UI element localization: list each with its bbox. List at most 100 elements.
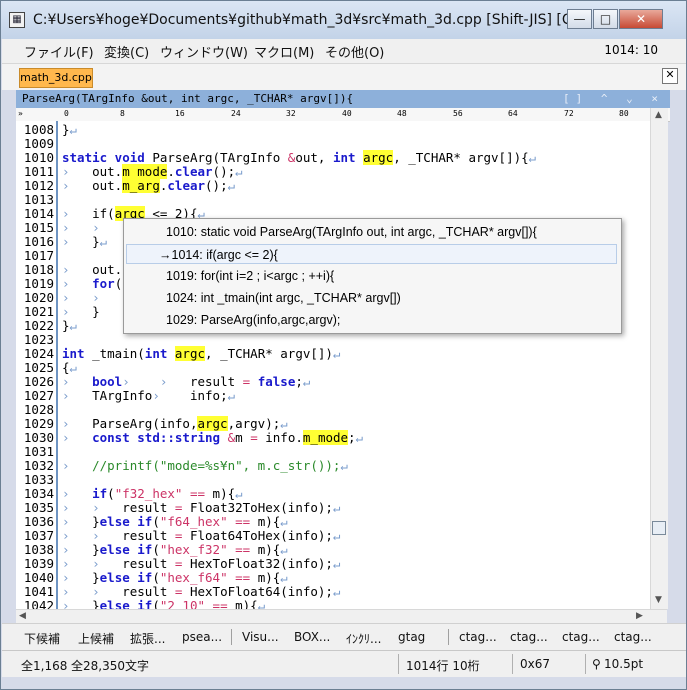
status-bar: 全1,168 全28,350文字 1014行 10桁 0x67 ⚲ 10.5pt (2, 650, 686, 677)
code-editor[interactable]: 1008}↵ 1009 1010 static void ParseArg(TArgI… (16, 121, 650, 609)
code-line[interactable]: 1026 › bool› › result = false;↵ (16, 375, 650, 389)
line-number: 1024 (23, 346, 54, 361)
menu-convert[interactable]: 変換(C) (104, 42, 149, 61)
code-line[interactable]: 1025 {↵ (16, 361, 650, 375)
code-line[interactable]: 1035 › › result = Float32ToHex(info);↵ (16, 501, 650, 515)
line-number: 1027 (23, 388, 54, 403)
code-text[interactable]: › }else if("hex_f32" == m){↵ (62, 543, 288, 557)
fkey-next-candidate[interactable]: 下候補 (24, 630, 60, 647)
code-line[interactable]: 1008}↵ (16, 123, 650, 137)
jump-list-item[interactable]: →1014: if(argc <= 2){ (126, 244, 617, 264)
ruler-mark: 16 (175, 109, 185, 118)
code-line[interactable]: 1034 › if("f32_hex" == m){↵ (16, 487, 650, 501)
function-bar-controls[interactable]: [] ^ ⌄ × (563, 90, 664, 108)
code-text[interactable]: › bool› › result = false;↵ (62, 375, 310, 389)
scroll-left-icon[interactable]: ◀ (19, 611, 26, 621)
scroll-thumb[interactable] (652, 521, 666, 535)
vertical-scrollbar[interactable]: ▲ ▼ (650, 108, 668, 609)
maximize-button[interactable]: □ (593, 9, 618, 29)
code-text[interactable]: › } (62, 305, 100, 319)
menu-window[interactable]: ウィンドウ(W) (160, 42, 248, 61)
code-text[interactable]: › }else if("f64_hex" == m){↵ (62, 515, 288, 529)
code-text[interactable]: › › result = Float32ToHex(info);↵ (62, 501, 340, 515)
code-line[interactable]: 1040 › }else if("hex_f64" == m){↵ (16, 571, 650, 585)
code-line[interactable]: 1033 (16, 473, 650, 487)
fkey-extend[interactable]: 拡張... (130, 630, 165, 647)
scroll-down-icon[interactable]: ▼ (655, 595, 662, 605)
code-text[interactable]: static void ParseArg(TArgInfo &out, int … (62, 150, 536, 165)
code-line[interactable]: 1010 static void ParseArg(TArgInfo &out, … (16, 150, 650, 165)
code-text[interactable]: }↵ (62, 123, 77, 137)
code-line[interactable]: 1039 › › result = HexToFloat32(info);↵ (16, 557, 650, 571)
code-line[interactable]: 1036 › }else if("f64_hex" == m){↵ (16, 515, 650, 529)
jump-list-item[interactable]: 1024: int _tmain(int argc, _TCHAR* argv[… (126, 288, 617, 308)
code-line[interactable]: 1013 (16, 193, 650, 207)
horizontal-scrollbar[interactable]: ◀ ▶ (16, 609, 667, 623)
code-line[interactable]: 1009 (16, 137, 650, 151)
code-text[interactable]: › for(i (62, 277, 130, 291)
function-bar[interactable]: ParseArg(TArgInfo &out, int argc, _TCHAR… (16, 90, 670, 108)
jump-list-item[interactable]: 1029: ParseArg(info,argc,argv); (126, 310, 617, 330)
code-line[interactable]: 1038 › }else if("hex_f32" == m){↵ (16, 543, 650, 557)
code-text[interactable]: › out. (62, 263, 122, 277)
code-line[interactable]: 1030 › const std::string &m = info.m_mode… (16, 430, 650, 445)
code-line[interactable]: 1041 › › result = HexToFloat64(info);↵ (16, 585, 650, 599)
code-text[interactable]: › out.m_mode.clear();↵ (62, 164, 243, 179)
code-line[interactable]: 1028 (16, 403, 650, 417)
fkey-ctag-2[interactable]: ctag... (510, 630, 548, 644)
code-text[interactable]: › //printf("mode=%s¥n", m.c_str());↵ (62, 459, 348, 473)
code-text[interactable]: {↵ (62, 361, 77, 375)
fkey-ctag-1[interactable]: ctag... (459, 630, 497, 644)
code-text[interactable]: › › r (62, 221, 130, 235)
scroll-right-icon[interactable]: ▶ (636, 611, 643, 621)
scroll-up-icon[interactable]: ▲ (655, 110, 662, 120)
menu-file[interactable]: ファイル(F) (24, 42, 94, 61)
fkey-prev-candidate[interactable]: 上候補 (78, 630, 114, 647)
code-line[interactable]: 1023 (16, 333, 650, 347)
jump-list-item[interactable]: 1019: for(int i=2 ; i<argc ; ++i){ (126, 266, 617, 286)
minimize-button[interactable]: — (567, 9, 592, 29)
code-text[interactable]: int _tmain(int argc, _TCHAR* argv[])↵ (62, 346, 340, 361)
code-text[interactable]: › › c (62, 291, 130, 305)
code-text[interactable]: › out.m_arg.clear();↵ (62, 178, 235, 193)
fkey-ctag-4[interactable]: ctag... (614, 630, 652, 644)
tab-close-icon[interactable]: ✕ (662, 68, 678, 84)
fkey-gtag[interactable]: gtag (398, 630, 425, 644)
status-zoom[interactable]: 10.5pt (604, 657, 643, 671)
code-line[interactable]: 1042 › }else if("2_10" == m){↵ (16, 599, 650, 610)
menu-other[interactable]: その他(O) (325, 42, 384, 61)
code-text[interactable]: › }else if("hex_f64" == m){↵ (62, 571, 288, 585)
code-text[interactable]: › ParseArg(info,argc,argv);↵ (62, 416, 288, 431)
code-line[interactable]: 1032 › //printf("mode=%s¥n", m.c_str());↵ (16, 459, 650, 473)
line-number: 1028 (23, 402, 54, 417)
code-text[interactable]: › TArgInfo› info;↵ (62, 389, 235, 403)
code-text[interactable]: }↵ (62, 319, 77, 333)
fkey-visu[interactable]: Visu... (242, 630, 279, 644)
code-line[interactable]: 1027 › TArgInfo› info;↵ (16, 389, 650, 403)
fkey-box[interactable]: BOX... (294, 630, 330, 644)
code-line[interactable]: 1029 › ParseArg(info,argc,argv);↵ (16, 416, 650, 431)
code-line[interactable]: 1024 int _tmain(int argc, _TCHAR* argv[])… (16, 346, 650, 361)
code-line[interactable]: 1031 (16, 445, 650, 459)
magnifier-icon[interactable]: ⚲ (592, 657, 601, 671)
code-line[interactable]: 1037 › › result = Float64ToHex(info);↵ (16, 529, 650, 543)
code-text[interactable]: › › result = Float64ToHex(info);↵ (62, 529, 340, 543)
fkey-include[interactable]: ｲﾝｸﾘ... (346, 630, 381, 647)
menu-macro[interactable]: マクロ(M) (254, 42, 314, 61)
code-line[interactable]: 1012 › out.m_arg.clear();↵ (16, 178, 650, 193)
fkey-psea[interactable]: psea... (182, 630, 222, 644)
fkey-ctag-3[interactable]: ctag... (562, 630, 600, 644)
tab-math-3d-cpp[interactable]: math_3d.cpp (19, 68, 93, 88)
jump-list-item[interactable]: 1010: static void ParseArg(TArgInfo out,… (126, 222, 617, 242)
close-button[interactable]: ✕ (619, 9, 663, 29)
code-text[interactable]: › const std::string &m = info.m_mode;↵ (62, 430, 363, 445)
code-text[interactable]: › }else if("2_10" == m){↵ (62, 599, 265, 610)
code-line[interactable]: 1011 › out.m_mode.clear();↵ (16, 164, 650, 179)
code-text[interactable]: › }↵ (62, 235, 107, 249)
code-text[interactable]: › › result = HexToFloat32(info);↵ (62, 557, 340, 571)
code-text[interactable]: › › result = HexToFloat64(info);↵ (62, 585, 340, 599)
code-text[interactable]: › if("f32_hex" == m){↵ (62, 487, 243, 501)
app-icon[interactable]: ▦ (9, 12, 25, 28)
line-number: 1026 (23, 374, 54, 389)
title-bar[interactable]: ▦ C:¥Users¥hoge¥Documents¥github¥math_3d… (1, 1, 686, 39)
